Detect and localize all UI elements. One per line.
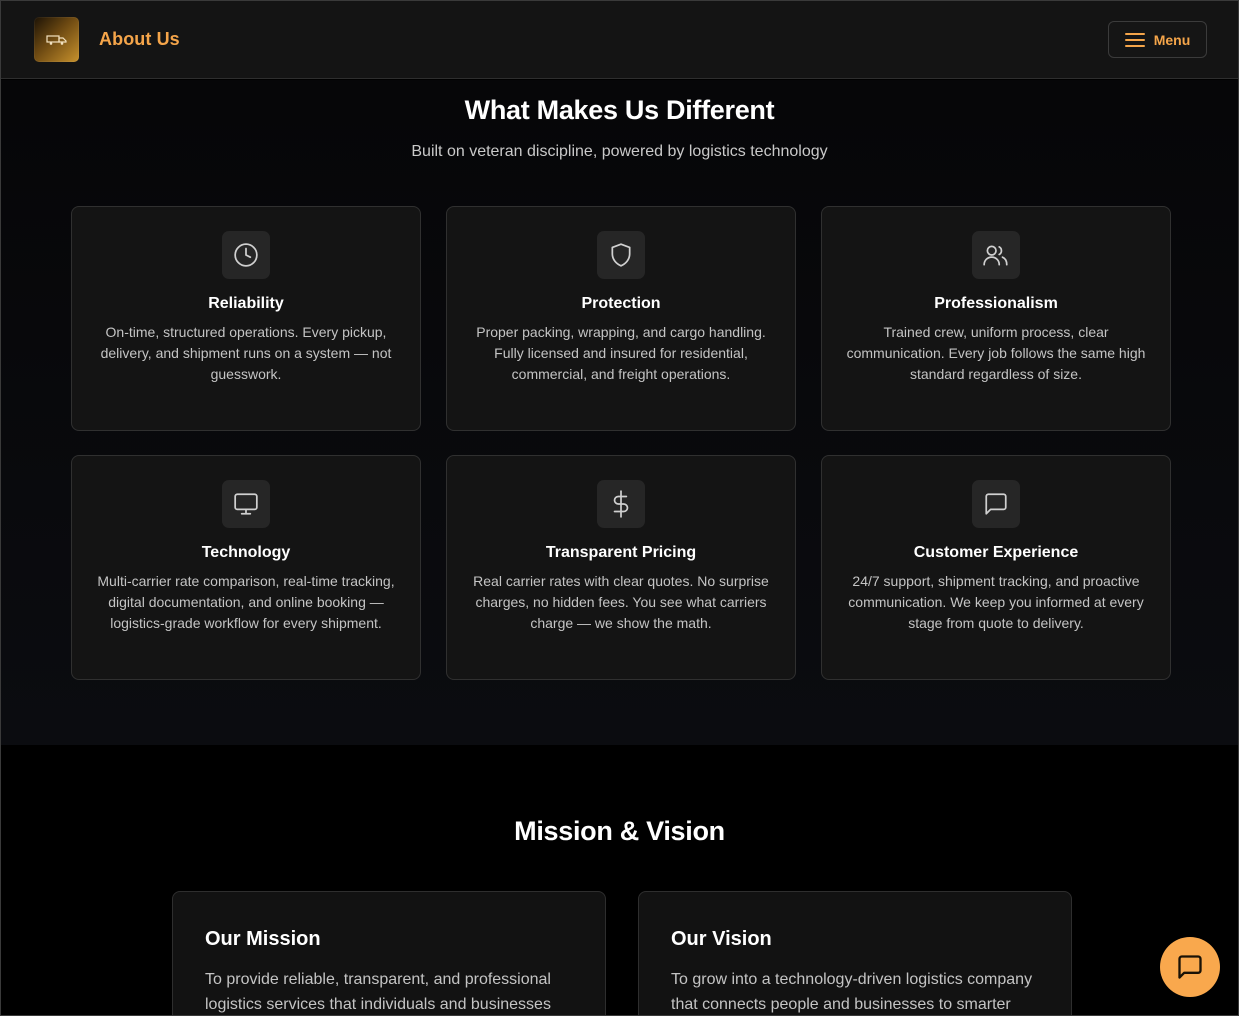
different-section: What Makes Us Different Built on veteran… [1, 80, 1238, 745]
mission-text: To provide reliable, transparent, and pr… [205, 971, 551, 1013]
menu-button-label: Menu [1153, 31, 1191, 48]
section-title: Mission & Vision [514, 816, 725, 846]
company-logo[interactable] [34, 17, 79, 62]
mission-title: Our Mission [205, 928, 321, 950]
feature-card-professionalism: Professionalism Trained crew, uniform pr… [821, 206, 1171, 431]
section-subtitle: Built on veteran discipline, powered by … [411, 143, 828, 160]
page-title: About Us [99, 29, 180, 49]
feature-title: Transparent Pricing [545, 544, 697, 561]
feature-card-protection: Protection Proper packing, wrapping, and… [446, 206, 796, 431]
vision-title: Our Vision [671, 928, 772, 950]
feature-card-customer-experience: Customer Experience 24/7 support, shipme… [821, 455, 1171, 680]
feature-title: Protection [581, 295, 661, 312]
vision-card: Our Vision To grow into a technology-dri… [638, 891, 1072, 1015]
chat-button[interactable] [1160, 937, 1220, 997]
feature-icon-box [222, 480, 270, 528]
users-icon [983, 245, 1008, 266]
section-title: What Makes Us Different [464, 95, 775, 125]
feature-icon-box [597, 231, 645, 279]
feature-icon-box [972, 480, 1020, 528]
feature-icon-box [597, 480, 645, 528]
truck-icon [45, 34, 67, 45]
message-icon [1178, 955, 1202, 979]
page: About Us Menu What Makes Us Different Bu… [0, 0, 1239, 1016]
feature-icon-box [222, 231, 270, 279]
shield-icon [611, 243, 631, 267]
feature-card-pricing: Transparent Pricing Real carrier rates w… [446, 455, 796, 680]
monitor-icon [234, 493, 258, 515]
feature-card-technology: Technology Multi-carrier rate comparison… [71, 455, 421, 680]
vision-text: To grow into a technology-driven logisti… [671, 971, 1033, 1013]
feature-icon-box [972, 231, 1020, 279]
feature-title: Professionalism [934, 295, 1058, 312]
mission-vision-section: Mission & Vision Our Mission To provide … [1, 745, 1238, 1015]
feature-text: On-time, structured operations. Every pi… [100, 324, 392, 382]
feature-title: Reliability [208, 295, 284, 312]
hamburger-icon [1124, 32, 1145, 47]
dollar-icon [613, 490, 629, 518]
chat-icon [985, 493, 1007, 515]
feature-text: 24/7 support, shipment tracking, and pro… [848, 573, 1144, 631]
feature-title: Customer Experience [913, 544, 1079, 561]
clock-icon [234, 243, 258, 267]
feature-card-reliability: Reliability On-time, structured operatio… [71, 206, 421, 431]
feature-text: Multi-carrier rate comparison, real-time… [97, 573, 395, 631]
site-header: About Us Menu [1, 1, 1238, 79]
feature-text: Trained crew, uniform process, clear com… [846, 324, 1146, 382]
brand: About Us [34, 17, 180, 62]
feature-text: Proper packing, wrapping, and cargo hand… [476, 324, 766, 382]
feature-title: Technology [201, 544, 291, 561]
feature-text: Real carrier rates with clear quotes. No… [473, 573, 769, 631]
menu-button[interactable]: Menu [1108, 21, 1207, 58]
mission-card: Our Mission To provide reliable, transpa… [172, 891, 606, 1015]
